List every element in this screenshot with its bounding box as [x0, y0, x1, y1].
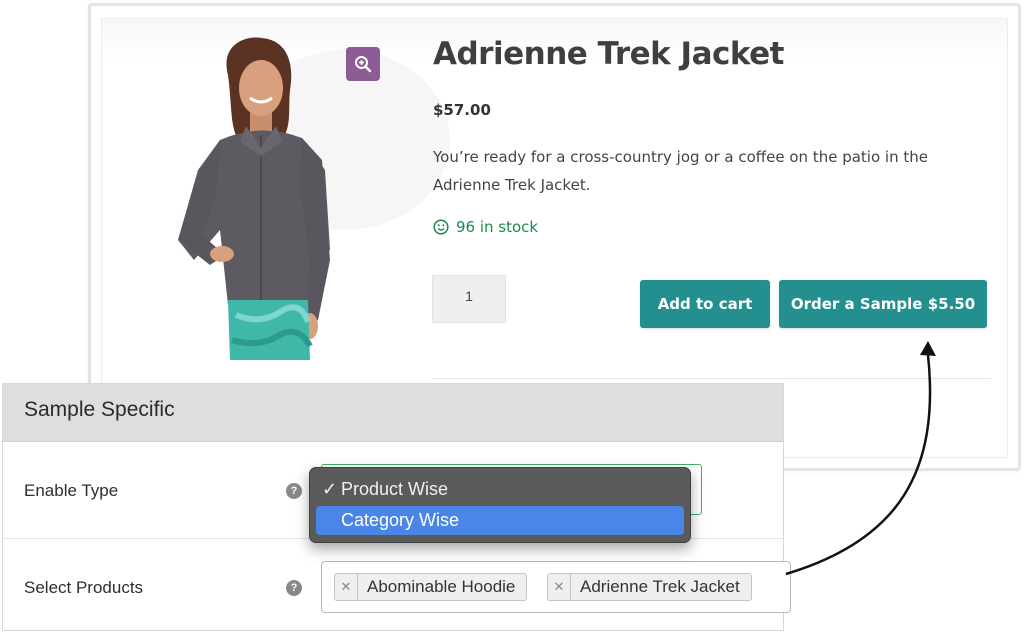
zoom-in-icon	[355, 56, 372, 73]
option-label: Category Wise	[341, 510, 460, 530]
select-products-field[interactable]: ✕ Abominable Hoodie ✕ Adrienne Trek Jack…	[321, 561, 791, 613]
dropdown-option-product-wise[interactable]: ✓ Product Wise	[316, 475, 684, 504]
order-sample-button[interactable]: Order a Sample $5.50	[779, 280, 987, 328]
remove-chip-icon[interactable]: ✕	[548, 574, 571, 600]
smiley-icon	[433, 219, 449, 235]
select-products-label: Select Products	[24, 578, 144, 597]
product-chip: ✕ Adrienne Trek Jacket	[547, 573, 752, 601]
chip-label: Abominable Hoodie	[367, 577, 516, 596]
remove-chip-icon[interactable]: ✕	[335, 574, 358, 600]
stock-status: 96 in stock	[433, 218, 538, 236]
help-icon[interactable]: ?	[286, 580, 302, 596]
quantity-input[interactable]: 1	[432, 275, 506, 323]
option-label: Product Wise	[341, 479, 449, 499]
stock-text: 96 in stock	[456, 218, 539, 236]
product-divider	[433, 378, 991, 379]
panel-header: Sample Specific	[3, 384, 783, 442]
product-image[interactable]	[150, 30, 450, 380]
enable-type-dropdown: ✓ Product Wise Category Wise	[309, 467, 691, 543]
help-icon[interactable]: ?	[286, 483, 302, 499]
chip-label: Adrienne Trek Jacket	[580, 577, 740, 596]
zoom-button[interactable]	[346, 47, 380, 81]
add-to-cart-button[interactable]: Add to cart	[640, 280, 770, 328]
product-title: Adrienne Trek Jacket	[433, 36, 785, 72]
panel-title: Sample Specific	[24, 398, 175, 421]
enable-type-label: Enable Type	[24, 481, 119, 500]
checkmark-icon: ✓	[321, 479, 338, 499]
product-price: $57.00	[433, 101, 491, 119]
dropdown-option-category-wise[interactable]: Category Wise	[316, 506, 684, 535]
product-chip: ✕ Abominable Hoodie	[334, 573, 528, 601]
product-description: You’re ready for a cross-country jog or …	[433, 148, 928, 194]
model-illustration	[178, 37, 330, 360]
